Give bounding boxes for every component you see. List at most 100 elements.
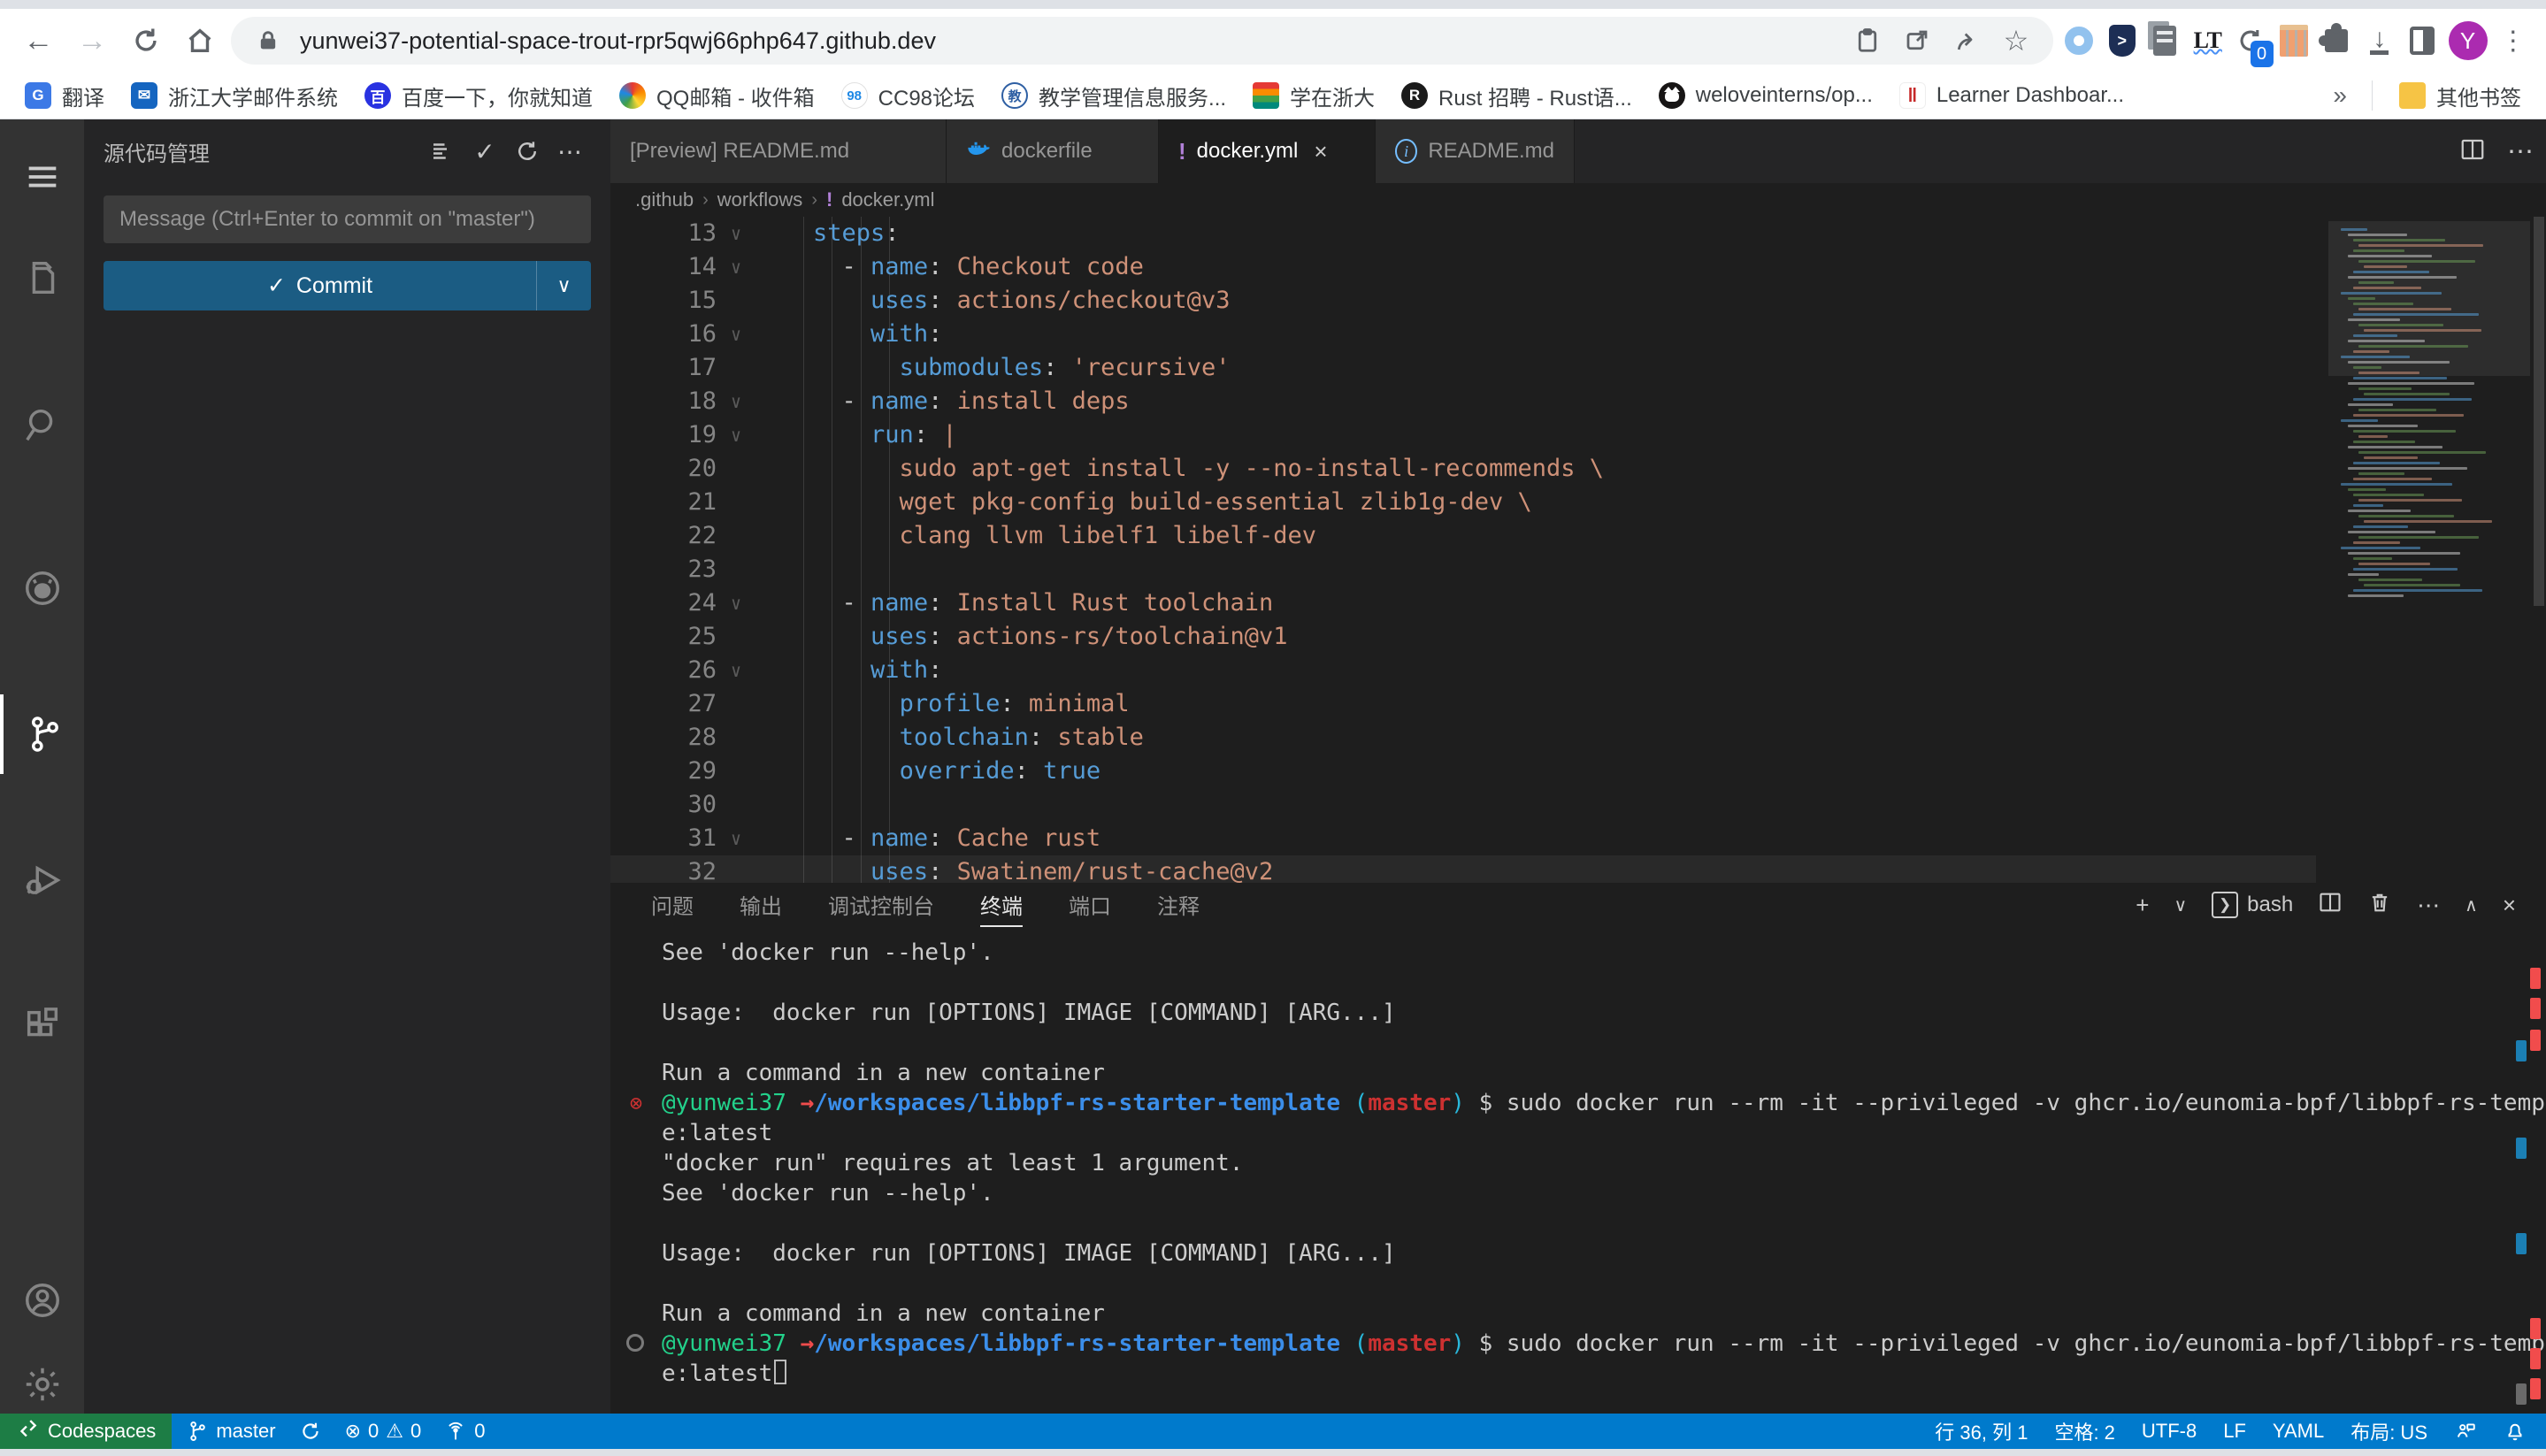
bookmark-item[interactable]: ✉浙江大学邮件系统	[120, 77, 349, 115]
code-line-15[interactable]: 15 uses: actions/checkout@v3	[610, 284, 2316, 318]
fold-chevron-icon[interactable]: ∨	[717, 250, 755, 284]
code-line-13[interactable]: 13∨ steps:	[610, 217, 2316, 250]
split-editor-icon[interactable]	[2459, 136, 2486, 167]
ext-puzzle-icon[interactable]	[2320, 18, 2354, 64]
code-line-14[interactable]: 14∨ - name: Checkout code	[610, 250, 2316, 284]
kill-terminal-trash-icon[interactable]	[2367, 890, 2392, 921]
shell-selector[interactable]: ❯bash	[2212, 892, 2293, 918]
extensions-icon[interactable]	[0, 986, 84, 1066]
feedback-icon[interactable]	[2454, 1420, 2477, 1443]
sidebar-toggle-icon[interactable]	[2405, 18, 2440, 64]
maximize-panel-chevron[interactable]: ∧	[2465, 894, 2478, 916]
menu-hamburger-icon[interactable]	[0, 137, 84, 217]
commit-check-icon[interactable]: ✓	[464, 130, 506, 172]
ext-ammo-icon[interactable]	[2277, 18, 2312, 64]
editor-tab-dockerfile[interactable]: dockerfile	[947, 119, 1159, 183]
commit-message-input[interactable]: Message (Ctrl+Enter to commit on "master…	[104, 195, 591, 243]
remote-indicator[interactable]: Codespaces	[0, 1414, 172, 1449]
branch-indicator[interactable]: master	[186, 1420, 275, 1443]
open-in-window-icon[interactable]	[1899, 23, 1935, 58]
fold-chevron-icon[interactable]: ∨	[717, 822, 755, 855]
lock-icon[interactable]	[250, 23, 286, 58]
breadcrumb-file[interactable]: docker.yml	[841, 188, 934, 211]
keyboard-layout[interactable]: 布局: US	[2350, 1417, 2427, 1445]
search-icon[interactable]	[0, 385, 84, 464]
panel-tab[interactable]: 端口	[1069, 883, 1111, 927]
commit-dropdown-chevron[interactable]: ∨	[536, 261, 591, 310]
address-bar[interactable]: yunwei37-potential-space-trout-rpr5qwj66…	[231, 17, 2053, 65]
ports-indicator[interactable]: 0	[444, 1420, 485, 1443]
bookmark-item[interactable]: ‖Learner Dashboar...	[1889, 79, 2135, 112]
download-icon[interactable]: ↓	[2363, 18, 2397, 64]
editor-tab-readme.md[interactable]: iREADME.md	[1376, 119, 1575, 183]
code-line-21[interactable]: 21 wget pkg-config build-essential zlib1…	[610, 486, 2316, 519]
code-line-18[interactable]: 18∨ - name: install deps	[610, 385, 2316, 418]
fold-chevron-icon[interactable]: ∨	[717, 654, 755, 687]
bookmark-item[interactable]: weloveinterns/op...	[1648, 79, 1883, 112]
panel-tab[interactable]: 输出	[740, 883, 782, 927]
fold-chevron-icon[interactable]: ∨	[717, 586, 755, 620]
cursor-position[interactable]: 行 36, 列 1	[1935, 1417, 2028, 1445]
bookmark-item[interactable]: QQ邮箱 - 收件箱	[609, 77, 825, 115]
profile-avatar[interactable]: Y	[2449, 18, 2488, 64]
code-line-17[interactable]: 17 submodules: 'recursive'	[610, 351, 2316, 385]
panel-more-icon[interactable]: ⋯	[2417, 892, 2440, 919]
editor-more-icon[interactable]: ⋯	[2507, 136, 2534, 167]
code-line-32[interactable]: 32 uses: Swatinem/rust-cache@v2	[610, 855, 2316, 883]
breadcrumb-folder[interactable]: .github	[635, 188, 694, 211]
encoding[interactable]: UTF-8	[2142, 1420, 2197, 1443]
bookmark-item[interactable]: 教教学管理信息服务...	[991, 77, 1237, 115]
panel-tab[interactable]: 注释	[1157, 883, 1200, 927]
fold-chevron-icon[interactable]: ∨	[717, 385, 755, 418]
source-control-icon[interactable]	[0, 694, 84, 774]
code-line-29[interactable]: 29 override: true	[610, 755, 2316, 788]
code-line-25[interactable]: 25 uses: actions-rs/toolchain@v1	[610, 620, 2316, 654]
clipboard-icon[interactable]	[1850, 23, 1885, 58]
other-bookmarks[interactable]: 其他书签	[2389, 77, 2532, 115]
ext-pages-icon[interactable]	[2148, 18, 2182, 64]
editor-scrollbar[interactable]	[2532, 217, 2546, 883]
code-line-30[interactable]: 30	[610, 788, 2316, 822]
bookmark-item[interactable]: G翻译	[14, 77, 115, 115]
code-line-24[interactable]: 24∨ - name: Install Rust toolchain	[610, 586, 2316, 620]
code-line-26[interactable]: 26∨ with:	[610, 654, 2316, 687]
language-mode[interactable]: YAML	[2273, 1420, 2324, 1443]
code-area[interactable]: 13∨ steps:14∨ - name: Checkout code15 us…	[610, 217, 2316, 883]
code-line-28[interactable]: 28 toolchain: stable	[610, 721, 2316, 755]
code-line-16[interactable]: 16∨ with:	[610, 318, 2316, 351]
browser-menu-icon[interactable]: ⋮	[2496, 18, 2531, 64]
sync-changes-icon[interactable]	[299, 1420, 322, 1443]
problems-indicator[interactable]: ⊗0 ⚠0	[345, 1420, 422, 1443]
ext-onetab-icon[interactable]	[2062, 18, 2097, 64]
code-line-22[interactable]: 22 clang llvm libelf1 libelf-dev	[610, 519, 2316, 553]
terminal[interactable]: See 'docker run --help'.Usage: docker ru…	[662, 938, 2507, 1389]
panel-tab[interactable]: 问题	[651, 883, 694, 927]
share-icon[interactable]	[1949, 23, 1984, 58]
fold-chevron-icon[interactable]: ∨	[717, 217, 755, 250]
fold-chevron-icon[interactable]: ∨	[717, 418, 755, 452]
new-terminal-icon[interactable]: +	[2136, 892, 2149, 919]
breadcrumb-folder[interactable]: workflows	[717, 188, 803, 211]
code-line-23[interactable]: 23	[610, 553, 2316, 586]
back-icon[interactable]: ←	[16, 15, 61, 66]
editor-tab--preview-readme.md[interactable]: [Preview] README.md	[610, 119, 947, 183]
account-icon[interactable]	[0, 1261, 84, 1340]
panel-tab[interactable]: 调试控制台	[828, 883, 934, 927]
bookmark-star-icon[interactable]: ☆	[1998, 23, 2034, 58]
settings-gear-icon[interactable]	[0, 1345, 84, 1424]
home-icon[interactable]	[177, 15, 222, 66]
ext-shield-icon[interactable]: >	[2105, 18, 2140, 64]
view-as-list-icon[interactable]	[421, 130, 464, 172]
bookmark-item[interactable]: 98CC98论坛	[831, 77, 985, 115]
minimap[interactable]	[2328, 221, 2530, 721]
run-debug-icon[interactable]	[0, 840, 84, 920]
github-icon[interactable]	[0, 548, 84, 628]
eol[interactable]: LF	[2223, 1420, 2246, 1443]
terminal-dropdown-chevron[interactable]: ∨	[2174, 894, 2187, 916]
fold-chevron-icon[interactable]: ∨	[717, 318, 755, 351]
close-tab-icon[interactable]: ×	[1314, 138, 1327, 165]
explorer-icon[interactable]	[0, 239, 84, 318]
code-line-27[interactable]: 27 profile: minimal	[610, 687, 2316, 721]
code-line-31[interactable]: 31∨ - name: Cache rust	[610, 822, 2316, 855]
notifications-bell-icon[interactable]	[2504, 1420, 2527, 1443]
